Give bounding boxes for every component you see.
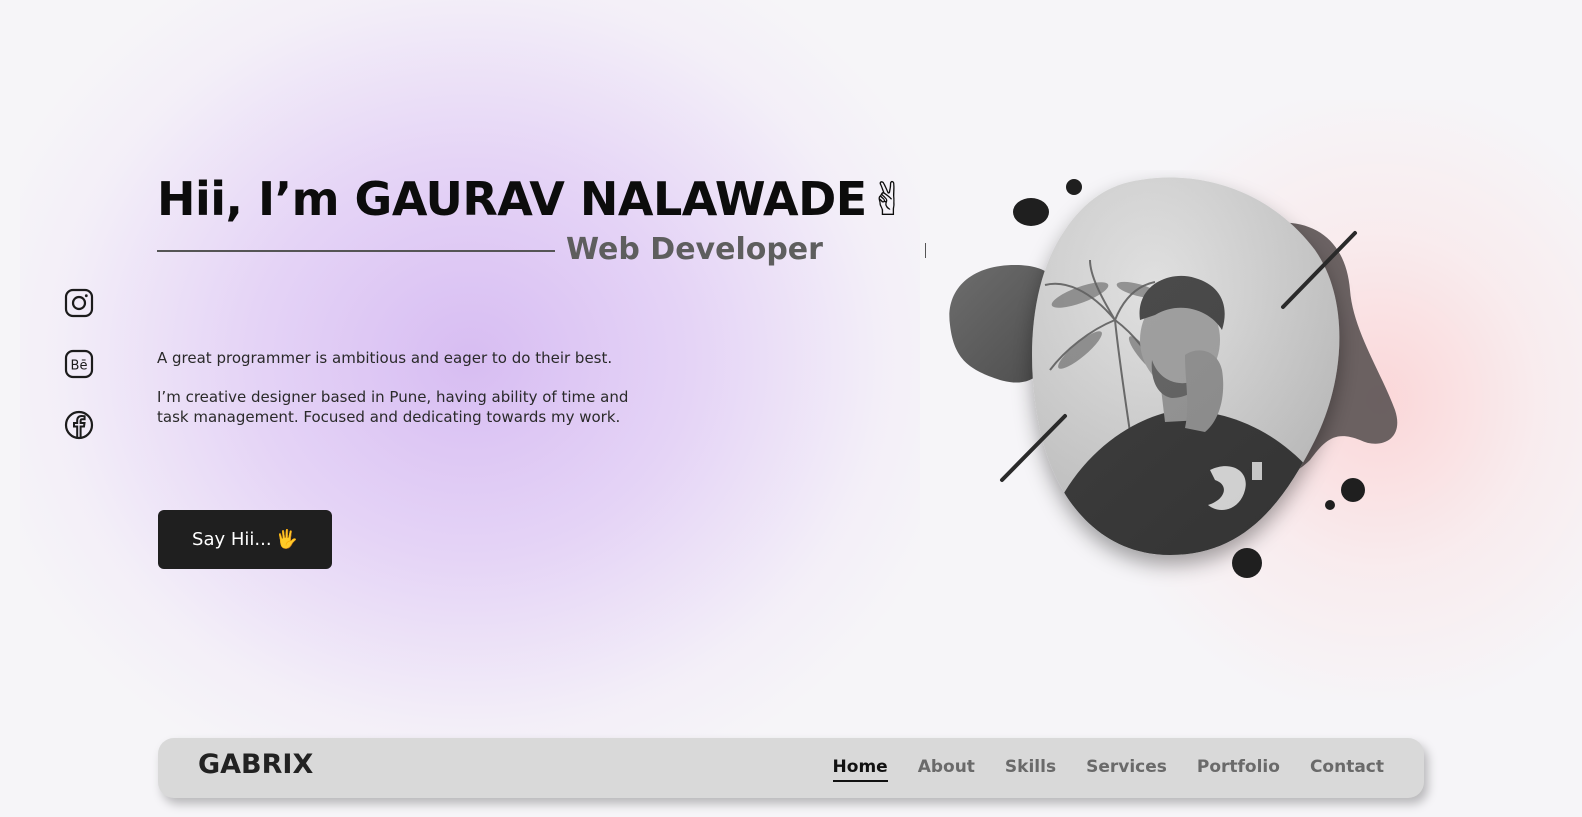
decor-dot-5 [1232,548,1262,578]
decor-dot-1 [1013,198,1049,226]
typing-cursor [925,243,926,258]
hero-paragraph-1: A great programmer is ambitious and eage… [157,349,613,367]
nav-links: Home About Skills Services Portfolio Con… [832,757,1384,782]
behance-link[interactable]: Bē [64,349,94,379]
instagram-icon [64,288,94,318]
hero-description: A great programmer is ambitious and eage… [157,348,657,427]
facebook-icon [64,410,94,440]
say-hii-button[interactable]: Say Hii... 🖐 [158,510,332,569]
hero-paragraph-2: I’m creative designer based in Pune, hav… [157,388,629,426]
facebook-link[interactable] [64,410,94,440]
victory-hand-icon: ✌ [868,172,908,226]
title-divider [157,250,555,252]
hero-title-text: Hii, I’m GAURAV NALAWADE [157,172,867,226]
instagram-link[interactable] [64,288,94,318]
nav-link-about[interactable]: About [918,757,975,782]
say-hii-label: Say Hii... [192,529,272,550]
profile-blob-graphic [949,177,1398,578]
profile-illustration [940,170,1420,590]
hero-role: Web Developer [566,232,823,267]
nav-link-contact[interactable]: Contact [1310,757,1384,782]
decor-dot-2 [1066,179,1082,195]
nav-link-services[interactable]: Services [1086,757,1167,782]
nav-link-home[interactable]: Home [832,757,888,782]
behance-icon: Bē [64,349,94,379]
hero-title: Hii, I’m GAURAV NALAWADE✌ [157,172,907,226]
social-links: Bē [64,288,94,471]
bottom-navbar: GABRIX Home About Skills Services Portfo… [158,738,1424,798]
nav-link-skills[interactable]: Skills [1005,757,1056,782]
waving-hand-icon: 🖐 [275,529,298,550]
svg-text:Bē: Bē [71,359,88,374]
nav-link-portfolio[interactable]: Portfolio [1197,757,1280,782]
decor-dot-4 [1325,500,1335,510]
decor-dot-3 [1341,478,1365,502]
brand-logo[interactable]: GABRIX [198,749,313,780]
